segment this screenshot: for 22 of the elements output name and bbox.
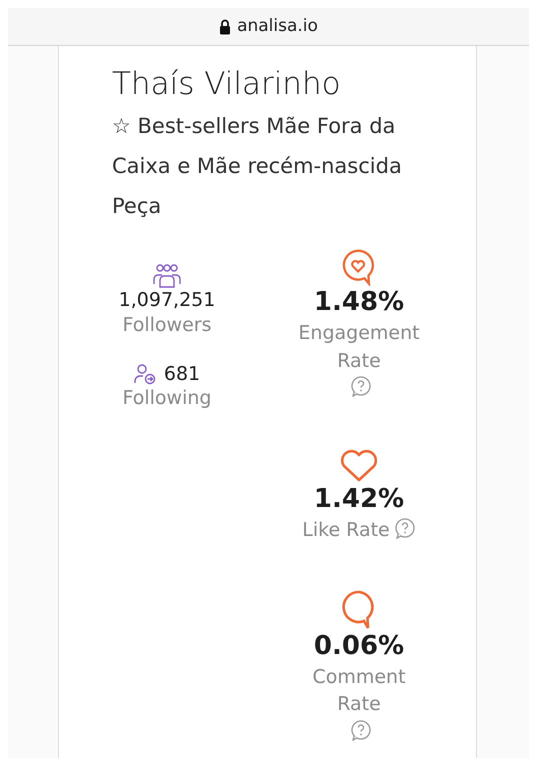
profile-name: Thaís Vilarinho <box>112 65 342 104</box>
url-text: analisa.io <box>237 14 318 38</box>
stat-label: Following <box>122 386 212 412</box>
heart-bubble-icon <box>341 248 377 286</box>
metric-label: Comment Rate <box>311 664 407 718</box>
user-arrow-icon <box>134 363 156 386</box>
following-count: 681 <box>164 362 200 386</box>
heart-icon <box>340 448 378 483</box>
people-icon <box>152 264 182 288</box>
address-bar[interactable]: analisa.io <box>8 8 529 46</box>
metric-value: 1.48% <box>314 286 404 320</box>
profile-bio: ☆ Best-sellers Mãe Fora da Caixa e Mãe recém-nascida Peça <box>112 113 403 220</box>
speech-bubble-icon <box>342 590 376 630</box>
help-icon <box>394 516 416 539</box>
metric-value: 1.42% <box>314 482 404 516</box>
help-icon <box>350 375 372 398</box>
metric-label: Engagement Rate <box>297 321 421 374</box>
metric-label: Like Rate <box>302 518 390 543</box>
help-icon <box>350 718 372 741</box>
stat-label: Followers <box>122 312 212 338</box>
follower-count: 1,097,251 <box>118 288 216 313</box>
metric-value: 0.06% <box>314 630 404 664</box>
